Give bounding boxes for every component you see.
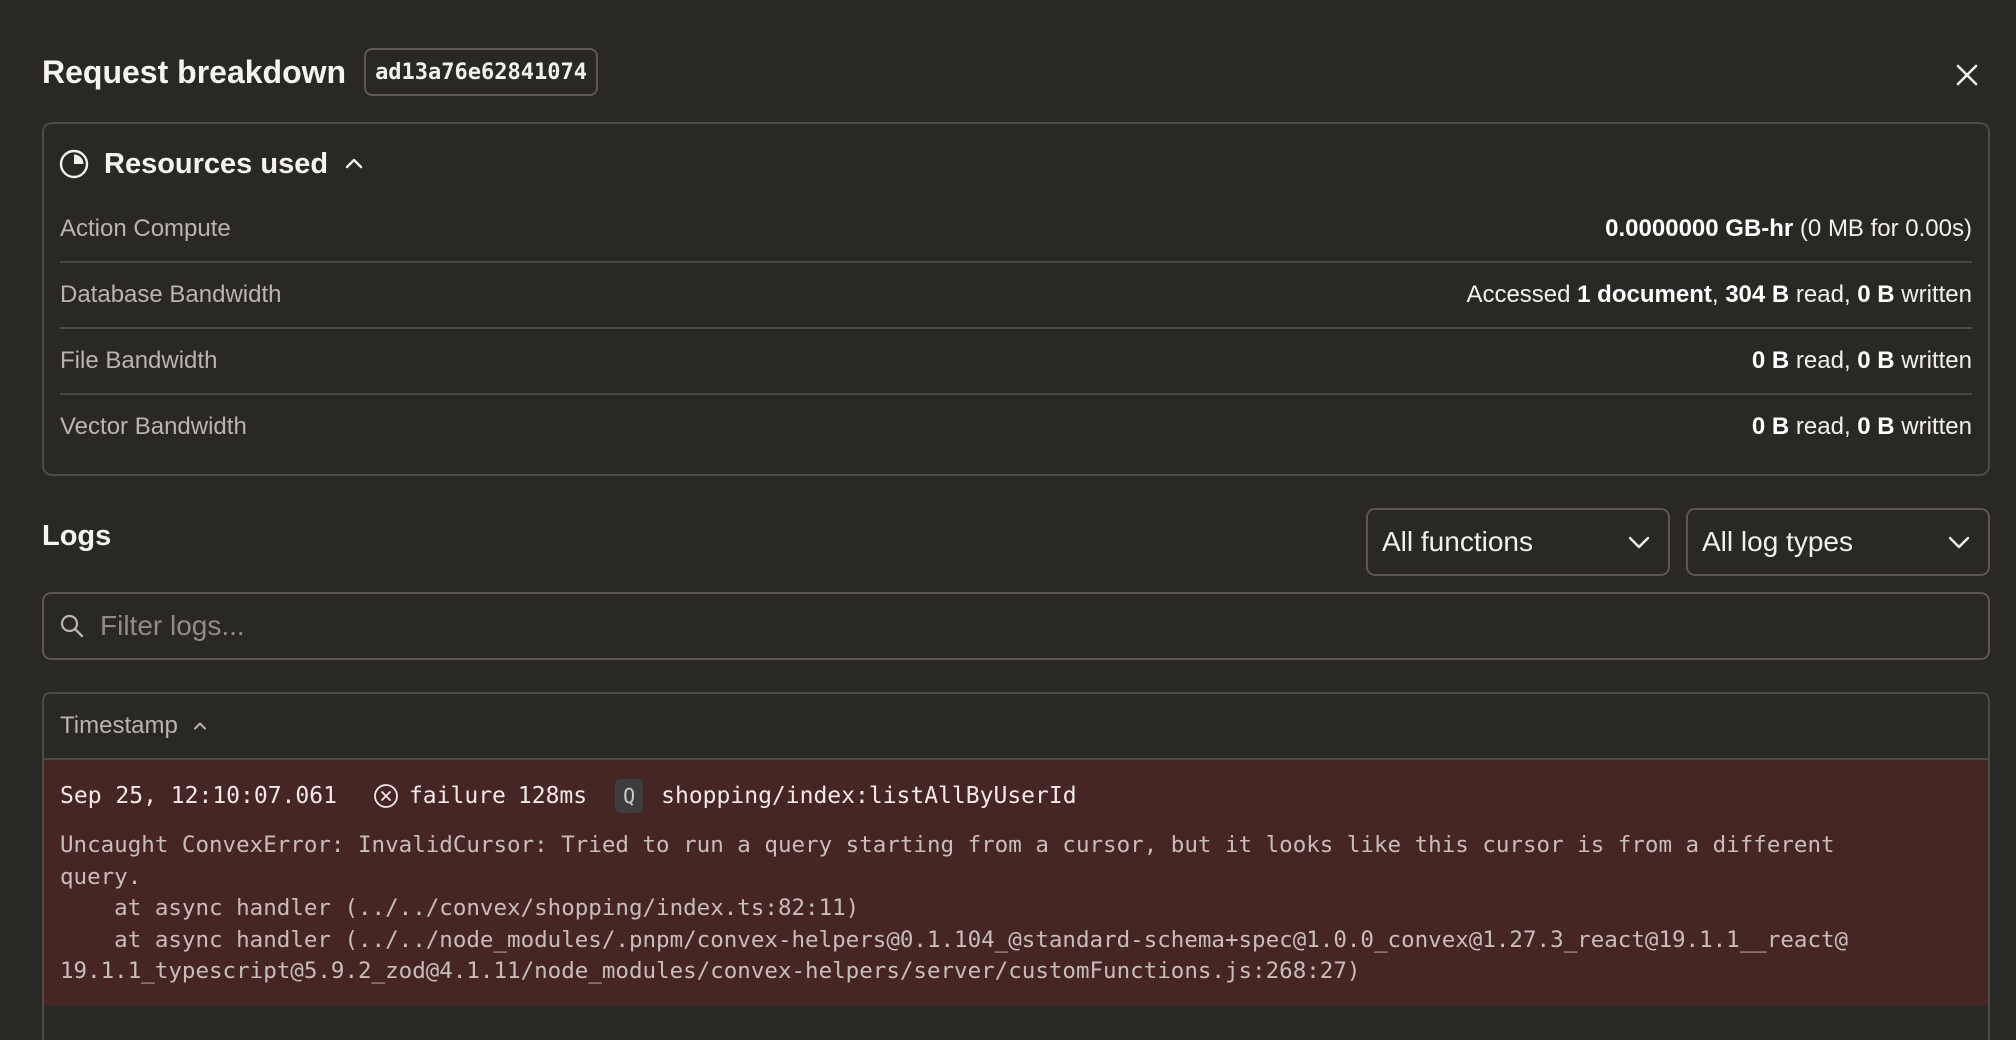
logs-title: Logs [42,520,112,552]
log-message: Uncaught ConvexError: InvalidCursor: Tri… [60,832,1849,984]
column-header-label: Timestamp [60,712,178,739]
chevron-up-icon [345,158,363,169]
resource-value: 0 B read, 0 B written [1751,413,1972,440]
log-timestamp: Sep 25, 12:10:07.061 [60,783,337,809]
resource-row-vector-bandwidth: Vector Bandwidth 0 B read, 0 B written [60,395,1972,459]
timestamp-column-header[interactable]: Timestamp [44,694,1988,760]
pie-chart-icon [59,149,89,179]
function-filter-value: All functions [1382,526,1533,557]
resource-label: File Bandwidth [60,347,218,374]
function-name: shopping/index:listAllByUserId [661,783,1077,809]
resource-value: 0.0000000 GB-hr (0 MB for 0.00s) [1605,215,1972,242]
status-badge: failure 128ms [373,783,587,809]
log-entry-row[interactable]: Sep 25, 12:10:07.061 failure 128ms Q sho… [44,760,1988,1006]
resource-row-file-bandwidth: File Bandwidth 0 B read, 0 B written [60,329,1972,395]
resources-section: Resources used Action Compute 0.0000000 … [42,122,1990,476]
log-filter-input[interactable] [98,609,1962,643]
close-button[interactable] [1950,58,1984,92]
sort-ascending-icon [193,722,206,730]
resource-label: Database Bandwidth [60,281,282,308]
resource-row-action-compute: Action Compute 0.0000000 GB-hr (0 MB for… [60,197,1972,263]
status-text: failure [408,783,506,809]
close-icon [1956,64,1978,86]
resource-value: Accessed 1 document, 304 B read, 0 B wri… [1466,281,1972,308]
function-filter-select[interactable]: All functions [1366,508,1670,576]
resource-label: Vector Bandwidth [60,413,247,440]
request-breakdown-panel: Request breakdown ad13a76e62841074 Resou… [0,0,2016,1040]
resources-title: Resources used [104,147,329,180]
chevron-down-icon [1948,536,1970,549]
resource-label: Action Compute [60,215,231,242]
log-type-filter-value: All log types [1702,526,1853,557]
resources-toggle[interactable]: Resources used [58,144,366,184]
logs-table: Timestamp Sep 25, 12:10:07.061 failure 1… [42,692,1990,1040]
request-id-badge[interactable]: ad13a76e62841074 [364,48,598,96]
resource-row-database-bandwidth: Database Bandwidth Accessed 1 document, … [60,263,1972,329]
search-icon [60,614,84,638]
log-filter-box[interactable] [42,592,1990,660]
log-type-filter-select[interactable]: All log types [1686,508,1990,576]
execution-duration: 128ms [517,783,588,809]
panel-header: Request breakdown ad13a76e62841074 [42,47,598,97]
resource-value: 0 B read, 0 B written [1751,347,1972,374]
failure-icon [374,784,398,808]
page-title: Request breakdown [42,53,347,90]
function-type-badge: Q [615,779,644,813]
chevron-down-icon [1628,536,1650,549]
log-entry-header: Sep 25, 12:10:07.061 failure 128ms Q sho… [60,778,1972,814]
